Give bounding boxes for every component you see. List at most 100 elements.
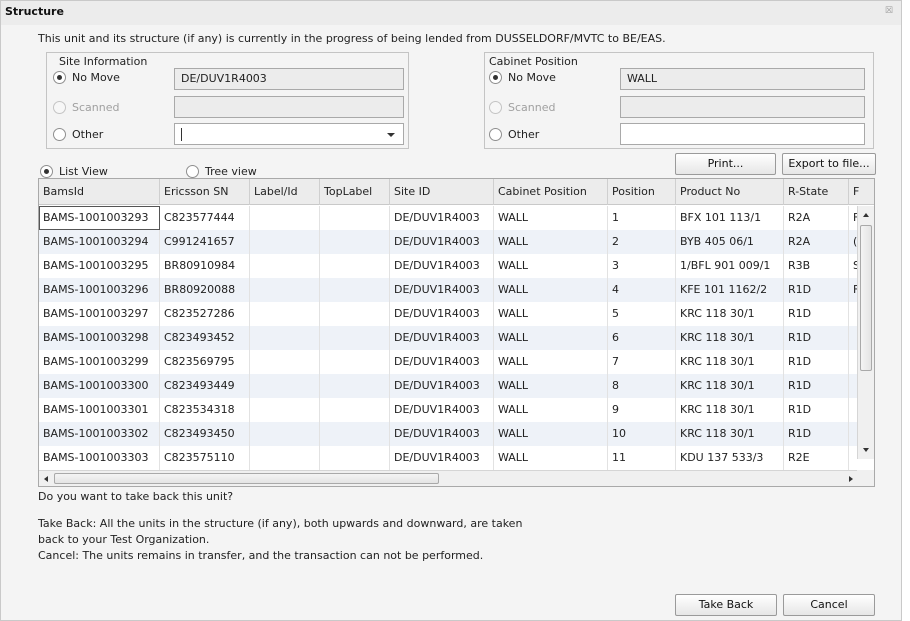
table-cell[interactable]: BAMS-1001003302 — [39, 422, 160, 446]
table-cell[interactable]: 8 — [608, 374, 676, 398]
table-cell[interactable]: C991241657 — [160, 230, 250, 254]
table-cell[interactable]: C823493452 — [160, 326, 250, 350]
table-cell[interactable] — [320, 350, 390, 374]
site-no-move-radio[interactable] — [53, 71, 66, 84]
table-cell[interactable] — [320, 422, 390, 446]
site-other-select[interactable] — [174, 123, 404, 145]
table-cell[interactable]: BAMS-1001003298 — [39, 326, 160, 350]
table-cell[interactable]: BAMS-1001003295 — [39, 254, 160, 278]
table-row[interactable]: BAMS-1001003296 BR80920088 DE/DUV1R4003 WAL… — [39, 278, 874, 302]
table-row[interactable]: BAMS-1001003301 C823534318 DE/DUV1R4003 WAL… — [39, 398, 874, 422]
table-cell[interactable]: R3B — [784, 254, 849, 278]
table-cell[interactable]: KRC 118 30/1 — [676, 398, 784, 422]
table-cell[interactable]: 4 — [608, 278, 676, 302]
column-header[interactable]: BamsId — [39, 179, 160, 205]
table-cell[interactable]: R2E — [784, 446, 849, 470]
table-cell[interactable]: WALL — [494, 446, 608, 470]
structure-grid[interactable]: BamsId Ericsson SN Label/Id TopLabel Site ID… — [38, 178, 875, 487]
table-cell[interactable] — [250, 398, 320, 422]
cabinet-other-radio[interactable] — [489, 128, 502, 141]
list-view-radio[interactable] — [40, 165, 53, 178]
table-cell[interactable]: R1D — [784, 302, 849, 326]
table-cell[interactable]: DE/DUV1R4003 — [390, 302, 494, 326]
column-header[interactable]: F — [849, 179, 874, 205]
column-header[interactable]: Label/Id — [250, 179, 320, 205]
table-cell[interactable]: 2 — [608, 230, 676, 254]
column-header[interactable]: Position — [608, 179, 676, 205]
table-cell[interactable] — [250, 254, 320, 278]
cabinet-no-move-option[interactable]: No Move — [489, 71, 556, 84]
table-cell[interactable]: R2A — [784, 206, 849, 230]
table-cell[interactable] — [250, 206, 320, 230]
print-button[interactable]: Print... — [675, 153, 776, 175]
table-cell[interactable]: BAMS-1001003303 — [39, 446, 160, 470]
table-cell[interactable]: WALL — [494, 278, 608, 302]
take-back-button[interactable]: Take Back — [675, 594, 777, 616]
site-other-option[interactable]: Other — [53, 128, 103, 141]
tree-view-option[interactable]: Tree view — [186, 165, 257, 178]
table-cell[interactable] — [320, 254, 390, 278]
site-other-radio[interactable] — [53, 128, 66, 141]
table-cell[interactable] — [320, 398, 390, 422]
table-row[interactable]: BAMS-1001003294 C991241657 DE/DUV1R4003 WAL… — [39, 230, 874, 254]
table-cell[interactable] — [250, 302, 320, 326]
table-cell[interactable]: BFX 101 113/1 — [676, 206, 784, 230]
column-header[interactable]: R-State — [784, 179, 849, 205]
table-cell[interactable]: WALL — [494, 350, 608, 374]
table-cell[interactable]: KRC 118 30/1 — [676, 302, 784, 326]
table-cell[interactable]: C823575110 — [160, 446, 250, 470]
table-cell[interactable] — [250, 278, 320, 302]
table-cell[interactable]: C823493450 — [160, 422, 250, 446]
table-cell[interactable]: BAMS-1001003294 — [39, 230, 160, 254]
table-cell[interactable]: DE/DUV1R4003 — [390, 374, 494, 398]
table-cell[interactable] — [320, 326, 390, 350]
table-row[interactable]: BAMS-1001003298 C823493452 DE/DUV1R4003 WAL… — [39, 326, 874, 350]
table-cell[interactable]: BYB 405 06/1 — [676, 230, 784, 254]
column-header[interactable]: Ericsson SN — [160, 179, 250, 205]
table-cell[interactable]: WALL — [494, 422, 608, 446]
table-cell[interactable]: 5 — [608, 302, 676, 326]
table-cell[interactable]: WALL — [494, 230, 608, 254]
table-cell[interactable]: WALL — [494, 374, 608, 398]
chevron-down-icon[interactable] — [387, 133, 395, 137]
table-cell[interactable]: 9 — [608, 398, 676, 422]
table-cell[interactable]: DE/DUV1R4003 — [390, 422, 494, 446]
table-cell[interactable]: C823534318 — [160, 398, 250, 422]
vertical-scroll-thumb[interactable] — [860, 225, 872, 371]
table-cell[interactable]: BAMS-1001003299 — [39, 350, 160, 374]
table-cell[interactable]: KDU 137 533/3 — [676, 446, 784, 470]
table-cell[interactable]: DE/DUV1R4003 — [390, 326, 494, 350]
table-cell[interactable]: BAMS-1001003300 — [39, 374, 160, 398]
table-cell[interactable]: 7 — [608, 350, 676, 374]
table-row[interactable]: BAMS-1001003302 C823493450 DE/DUV1R4003 WAL… — [39, 422, 874, 446]
table-cell[interactable]: 11 — [608, 446, 676, 470]
table-cell[interactable]: R1D — [784, 398, 849, 422]
table-cell[interactable]: DE/DUV1R4003 — [390, 350, 494, 374]
horizontal-scrollbar[interactable] — [39, 470, 858, 486]
table-cell[interactable]: 10 — [608, 422, 676, 446]
cabinet-no-move-radio[interactable] — [489, 71, 502, 84]
table-row[interactable]: BAMS-1001003303 C823575110 DE/DUV1R4003 WAL… — [39, 446, 874, 470]
vertical-scrollbar[interactable] — [857, 206, 874, 459]
table-cell[interactable]: KRC 118 30/1 — [676, 350, 784, 374]
table-cell[interactable]: KRC 118 30/1 — [676, 374, 784, 398]
table-cell[interactable]: C823569795 — [160, 350, 250, 374]
tree-view-radio[interactable] — [186, 165, 199, 178]
table-cell[interactable]: R1D — [784, 278, 849, 302]
table-cell[interactable]: BR80920088 — [160, 278, 250, 302]
scroll-up-icon[interactable] — [863, 213, 869, 217]
table-cell[interactable]: BAMS-1001003296 — [39, 278, 160, 302]
site-no-move-option[interactable]: No Move — [53, 71, 120, 84]
table-cell[interactable] — [320, 230, 390, 254]
table-cell[interactable] — [250, 350, 320, 374]
table-cell[interactable] — [250, 422, 320, 446]
table-cell[interactable] — [250, 374, 320, 398]
scroll-right-icon[interactable] — [849, 476, 853, 482]
table-cell[interactable]: WALL — [494, 254, 608, 278]
table-row[interactable]: BAMS-1001003297 C823527286 DE/DUV1R4003 WAL… — [39, 302, 874, 326]
table-cell[interactable]: DE/DUV1R4003 — [390, 398, 494, 422]
table-cell[interactable]: R1D — [784, 350, 849, 374]
table-cell[interactable] — [320, 446, 390, 470]
table-cell[interactable]: BAMS-1001003297 — [39, 302, 160, 326]
table-cell[interactable]: WALL — [494, 398, 608, 422]
